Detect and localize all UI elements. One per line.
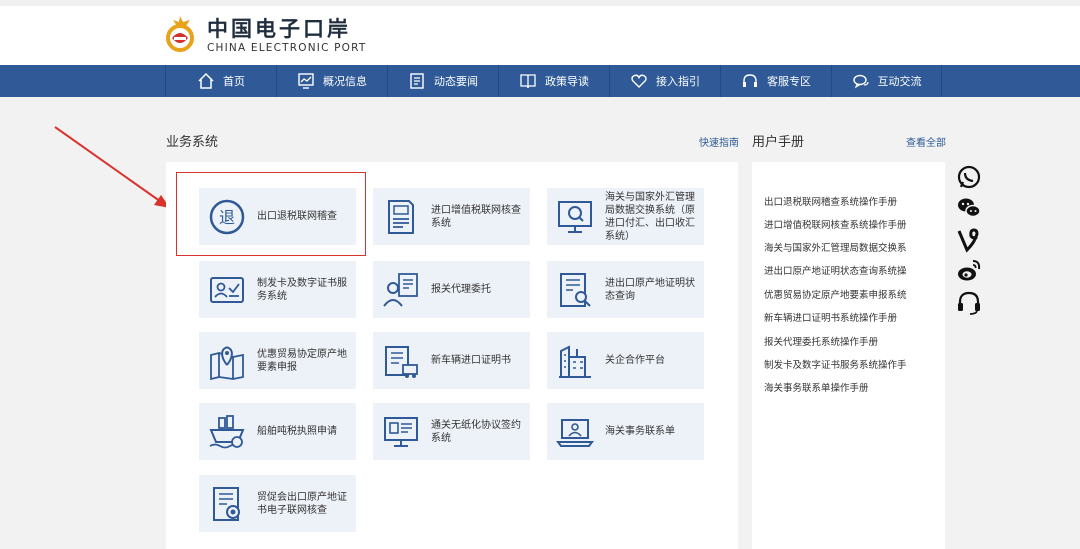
- chat-icon: [852, 74, 869, 89]
- nav-label: 动态要闻: [434, 75, 478, 88]
- tile-label: 海关事务联系单: [605, 426, 675, 437]
- document-icon: [388, 199, 414, 234]
- nav-interaction[interactable]: 互动交流: [831, 65, 942, 97]
- nav-access-guide[interactable]: 接入指引: [609, 65, 720, 97]
- nav-home[interactable]: 首页: [165, 65, 276, 97]
- ship-icon: [209, 414, 245, 448]
- building-icon: [559, 344, 591, 378]
- manual-item[interactable]: 进出口原产地证明状态查询系统操: [764, 263, 942, 277]
- china-eport-logo-icon[interactable]: [163, 14, 197, 54]
- tile-forex-data-exchange[interactable]: 海关与国家外汇管理局数据交换系统（原进口付汇、出口收汇系统）: [547, 188, 704, 245]
- manual-item[interactable]: 出口退税联网稽查系统操作手册: [764, 194, 942, 208]
- user-manual-panel: 出口退税联网稽查系统操作手册 进口增值税联网核查系统操作手册 海关与国家外汇管理…: [752, 162, 945, 549]
- nav-label: 互动交流: [877, 75, 922, 88]
- nav-label: 政策导读: [545, 75, 589, 88]
- nav-news[interactable]: 动态要闻: [387, 65, 498, 97]
- nav-label: 客服专区: [767, 75, 811, 88]
- headset-icon[interactable]: [956, 290, 982, 316]
- screen-sign-icon: [384, 416, 418, 447]
- certificate-search-icon: [560, 272, 591, 307]
- tile-label: 进口增值税联网核查系统: [431, 204, 521, 229]
- certificate-check-icon: [213, 486, 240, 521]
- nav-overview[interactable]: 概况信息: [276, 65, 387, 97]
- tile-label: 新车辆进口证明书: [431, 355, 511, 366]
- manual-section-title: 用户手册: [752, 135, 805, 150]
- tile-label: 贸促会出口原产地证书电子联网核查: [257, 491, 347, 516]
- id-card-icon: [210, 276, 244, 303]
- manual-item[interactable]: 新车辆进口证明书系统操作手册: [764, 310, 942, 324]
- vehicle-doc-icon: [385, 345, 418, 378]
- tile-customs-contact-sheet[interactable]: 海关事务联系单: [547, 403, 704, 460]
- view-all-link[interactable]: 查看全部: [906, 134, 946, 149]
- tile-label: 通关无纸化协议签约系统: [431, 419, 521, 444]
- headset-icon: [743, 74, 757, 87]
- site-header: 中国电子口岸 CHINA ELECTRONIC PORT: [0, 0, 1080, 65]
- monitor-search-icon: [558, 200, 592, 233]
- agent-icon: [383, 272, 418, 307]
- logo-title-en: CHINA ELECTRONIC PORT: [207, 42, 367, 54]
- manual-item[interactable]: 海关与国家外汇管理局数据交换系: [764, 240, 942, 254]
- wechat-icon[interactable]: [956, 195, 982, 221]
- nav-policy[interactable]: 政策导读: [498, 65, 609, 97]
- heart-icon: [631, 74, 647, 88]
- top-strip: [0, 0, 1080, 6]
- chart-icon: [298, 73, 314, 89]
- highlight-box: [176, 172, 366, 256]
- whatsapp-icon[interactable]: [956, 164, 982, 190]
- tile-label: 船舶吨税执照申请: [257, 426, 337, 437]
- manual-item[interactable]: 进口增值税联网核查系统操作手册: [764, 217, 942, 231]
- quick-guide-link[interactable]: 快速指南: [699, 134, 739, 149]
- manual-item[interactable]: 优惠贸易协定原产地要素申报系统: [764, 287, 942, 301]
- weibo-icon[interactable]: [956, 258, 982, 284]
- logo-title-cn: 中国电子口岸: [207, 17, 351, 41]
- tile-label: 海关与国家外汇管理局数据交换系统（原进口付汇、出口收汇系统）: [605, 191, 695, 242]
- tile-card-cert-service[interactable]: 制发卡及数字证书服务系统: [199, 261, 356, 318]
- tile-ccpit-origin-check[interactable]: 贸促会出口原产地证书电子联网核查: [199, 475, 356, 532]
- tile-label: 报关代理委托: [431, 284, 491, 295]
- nav-label: 接入指引: [656, 75, 700, 88]
- vine-icon[interactable]: [956, 227, 982, 253]
- laptop-user-icon: [556, 418, 594, 447]
- nav-customer-service[interactable]: 客服专区: [720, 65, 831, 97]
- home-icon: [198, 72, 214, 89]
- tile-label: 进出口原产地证明状态查询: [605, 277, 695, 302]
- tile-label: 制发卡及数字证书服务系统: [257, 277, 347, 302]
- red-arrow-annotation: [54, 126, 170, 208]
- tile-import-vat-check[interactable]: 进口增值税联网核查系统: [373, 188, 530, 245]
- tile-customs-enterprise-platform[interactable]: 关企合作平台: [547, 332, 704, 389]
- tile-customs-agent[interactable]: 报关代理委托: [373, 261, 530, 318]
- main-nav: 首页 概况信息 动态要闻 政策导读 接入指引 客服专区 互动交流: [0, 65, 1080, 97]
- tile-paperless-agreement[interactable]: 通关无纸化协议签约系统: [373, 403, 530, 460]
- manual-item[interactable]: 报关代理委托系统操作手册: [764, 334, 942, 348]
- tile-origin-status-query[interactable]: 进出口原产地证明状态查询: [547, 261, 704, 318]
- tile-ship-tonnage-license[interactable]: 船舶吨税执照申请: [199, 403, 356, 460]
- tile-preferential-origin-declare[interactable]: 优惠贸易协定原产地要素申报: [199, 332, 356, 389]
- manual-item[interactable]: 制发卡及数字证书服务系统操作手: [764, 357, 942, 371]
- nav-label: 首页: [223, 75, 245, 88]
- news-icon: [410, 73, 424, 89]
- book-icon: [520, 74, 536, 89]
- manual-item[interactable]: 海关事务联系单操作手册: [764, 380, 942, 394]
- tile-label: 关企合作平台: [605, 355, 665, 366]
- map-pin-icon: [210, 346, 244, 380]
- tile-label: 优惠贸易协定原产地要素申报: [257, 348, 347, 373]
- nav-label: 概况信息: [323, 75, 367, 88]
- tile-new-vehicle-cert[interactable]: 新车辆进口证明书: [373, 332, 530, 389]
